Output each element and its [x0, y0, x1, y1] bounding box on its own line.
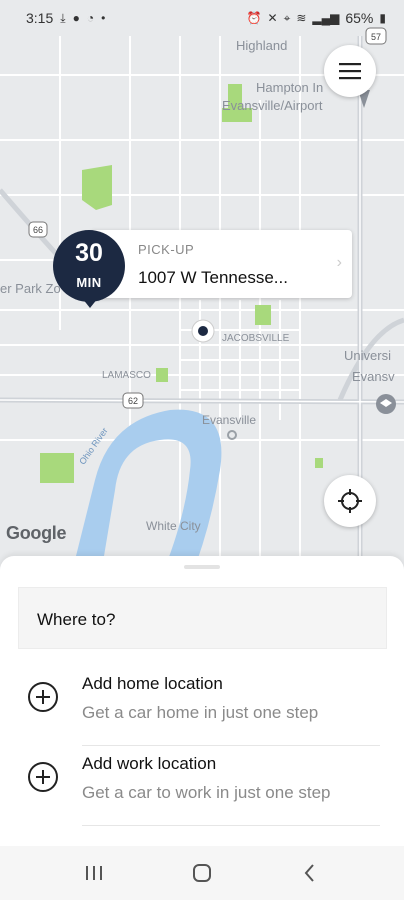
- route-66-label: 66: [33, 225, 43, 235]
- recenter-button[interactable]: [324, 475, 376, 527]
- current-location-icon: [191, 319, 215, 343]
- destination-sheet: Where to? Add home location Get a car ho…: [0, 556, 404, 846]
- system-nav-bar: [0, 846, 404, 900]
- where-to-placeholder: Where to?: [37, 610, 116, 629]
- status-time: 3:15: [26, 10, 54, 26]
- map-label-highland: Highland: [236, 38, 287, 53]
- dot-icon: •: [101, 11, 106, 25]
- university-marker-icon: [376, 394, 396, 414]
- mute-icon: ✕: [267, 11, 278, 25]
- alarm-icon: ⏰: [246, 11, 262, 25]
- where-to-input[interactable]: Where to?: [18, 587, 387, 649]
- facebook-icon: ●: [72, 11, 80, 25]
- wifi-icon: ≋: [296, 11, 307, 25]
- add-work-subtitle: Get a car to work in just one step: [82, 783, 331, 802]
- map-label-jacobsville: JACOBSVILLE: [222, 333, 290, 344]
- status-bar: 3:15 ⤓ ● ◔ • ⏰ ✕ ⌖ ≋ ▂▄▆ 65% ▮: [0, 0, 404, 36]
- messenger-icon: ◔: [86, 11, 95, 25]
- eta-bubble: 30 MIN: [53, 230, 125, 302]
- back-button[interactable]: [280, 853, 340, 893]
- add-circle-icon: [28, 682, 58, 712]
- download-icon: ⤓: [60, 10, 66, 25]
- recent-apps-icon: [86, 866, 102, 880]
- route-62-label: 62: [128, 396, 138, 406]
- add-home-title: Add home location: [82, 674, 223, 693]
- map-label-lamasco: LAMASCO: [102, 370, 151, 381]
- crosshair-icon: [338, 489, 362, 513]
- map-label-white-city: White City: [146, 519, 201, 533]
- pickup-label: PICK-UP: [138, 242, 195, 257]
- signal-icon: ▂▄▆: [312, 11, 340, 25]
- add-work-title: Add work location: [82, 754, 217, 773]
- divider: [82, 825, 380, 826]
- menu-button[interactable]: [324, 45, 376, 97]
- recent-apps-button[interactable]: [64, 853, 124, 893]
- route-66-shield: 66: [28, 221, 48, 238]
- eta-unit: MIN: [76, 275, 102, 290]
- poi-marker-icon: [227, 430, 237, 440]
- location-icon: ⌖: [283, 10, 291, 25]
- map-label-evans: Evansv: [352, 369, 395, 384]
- map-label-university: Universi: [344, 348, 391, 363]
- add-circle-icon: [28, 762, 58, 792]
- chevron-right-icon: ›: [336, 254, 342, 271]
- map-label-airport: Evansville/Airport: [222, 98, 323, 113]
- pickup-address: 1007 W Tennesse...: [138, 268, 288, 287]
- home-button[interactable]: [172, 853, 232, 893]
- eta-value: 30: [75, 239, 103, 267]
- map-label-evansville: Evansville: [202, 413, 256, 427]
- home-icon: [193, 864, 211, 882]
- map-label-park-zoo: er Park Zo: [0, 281, 61, 296]
- add-work-location-item[interactable]: Add work location Get a car to work in j…: [0, 746, 404, 826]
- sheet-handle[interactable]: [184, 565, 220, 569]
- add-home-subtitle: Get a car home in just one step: [82, 703, 319, 722]
- back-icon: [304, 864, 314, 882]
- battery-level: 65%: [345, 10, 374, 26]
- battery-icon: ▮: [379, 11, 386, 25]
- add-home-location-item[interactable]: Add home location Get a car home in just…: [0, 666, 404, 746]
- route-62-shield: 62: [122, 392, 144, 409]
- google-logo: Google: [6, 523, 67, 543]
- map-label-hampton: Hampton In: [256, 80, 323, 95]
- pickup-card[interactable]: PICK-UP 1007 W Tennesse... ›: [90, 230, 352, 298]
- hamburger-icon: [339, 63, 361, 80]
